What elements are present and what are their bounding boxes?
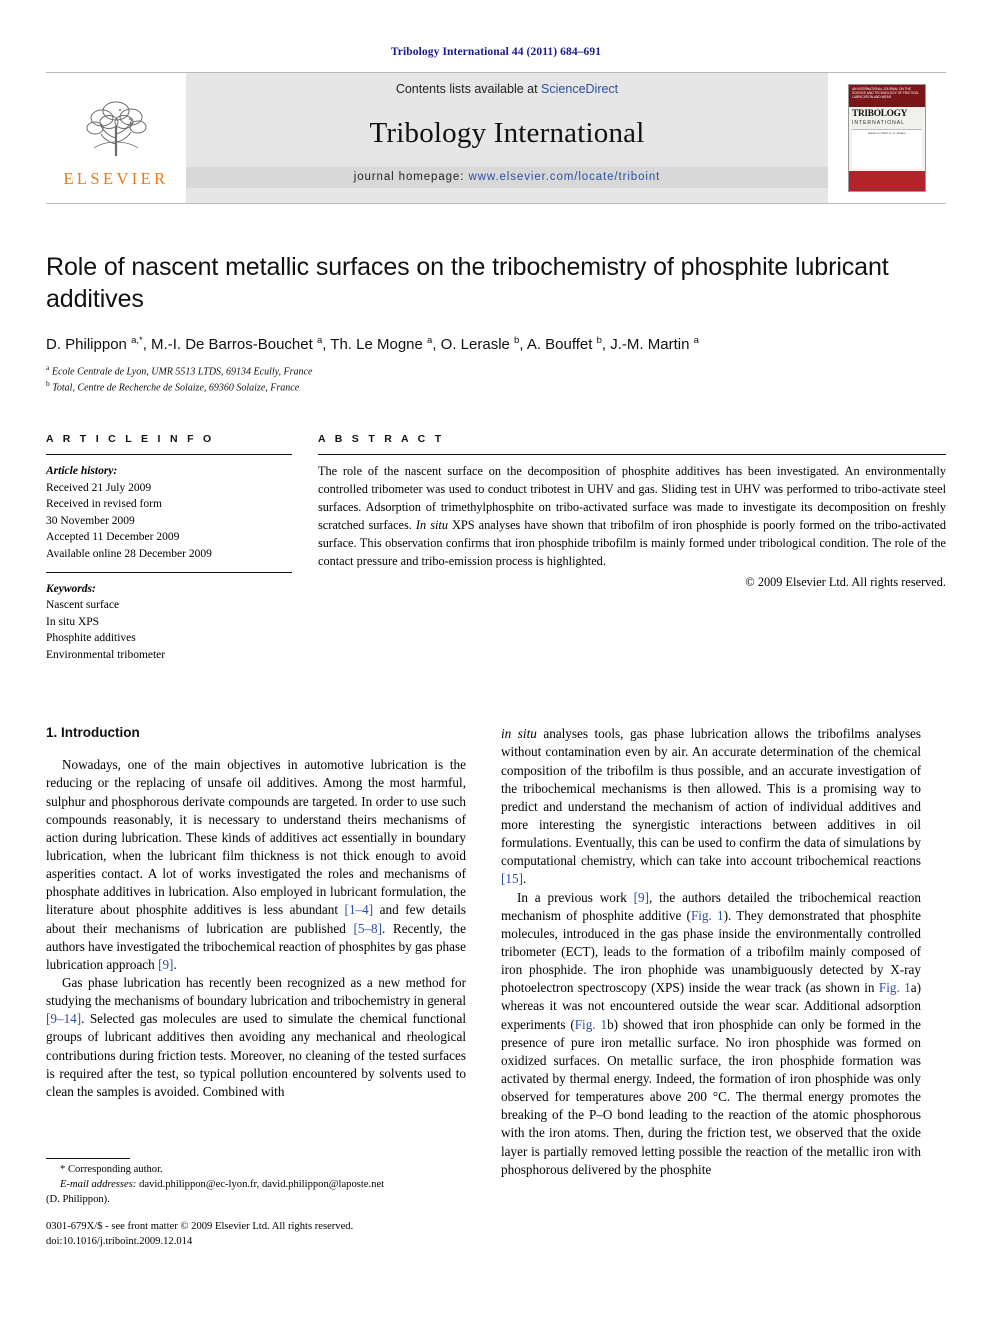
cover-subtitle: INTERNATIONAL <box>852 120 905 127</box>
journal-cover-thumbnail: AN INTERNATIONAL JOURNAL ON THE SCIENCE … <box>828 73 946 203</box>
paragraph: Nowadays, one of the main objectives in … <box>46 757 467 972</box>
contents-available-line: Contents lists available at ScienceDirec… <box>396 82 618 96</box>
divider <box>46 571 292 573</box>
affiliation-a-text: Ecole Centrale de Lyon, UMR 5513 LTDS, 6… <box>51 366 313 378</box>
affiliation-a: a Ecole Centrale de Lyon, UMR 5513 LTDS,… <box>46 363 313 378</box>
article-history: Article history: Received 21 July 2009 R… <box>46 463 292 562</box>
body-column-left: 1. Introduction Nowadays, one of the mai… <box>46 725 466 1195</box>
author-list: D. Philippon a,*, M.-I. De Barros-Bouche… <box>46 335 699 353</box>
history-line: 30 November 2009 <box>46 514 135 527</box>
footnote-divider <box>46 1158 130 1159</box>
journal-title: Tribology International <box>369 117 645 149</box>
publisher-logo: ELSEVIER <box>46 73 186 203</box>
keyword-item: Phosphite additives <box>46 632 136 645</box>
bottom-matter: 0301-679X/$ - see front matter © 2009 El… <box>46 1219 353 1249</box>
divider <box>46 454 292 456</box>
keyword-item: Nascent surface <box>46 599 120 612</box>
article-page: Tribology International 44 (2011) 684–69… <box>0 0 992 1323</box>
cover-title: TRIBOLOGY <box>852 109 908 119</box>
paragraph: Gas phase lubrication has recently been … <box>46 974 466 1099</box>
page-title: Role of nascent metallic surfaces on the… <box>46 253 889 313</box>
article-history-label: Article history: <box>46 465 118 478</box>
history-line: Accepted 11 December 2009 <box>46 531 180 544</box>
body-column-right: in situ analyses tools, gas phase lubric… <box>501 725 921 1195</box>
title-block: Role of nascent metallic surfaces on the… <box>46 252 946 395</box>
abstract-text: The role of the nascent surface on the d… <box>318 464 946 569</box>
keyword-item: In situ XPS <box>46 615 100 628</box>
corresponding-marker: * <box>60 1164 66 1175</box>
corresponding-author-text: Corresponding author. <box>67 1164 163 1175</box>
cover-editor-text: Editor-in-Chief: H. A. Spikes <box>852 129 922 169</box>
cover-banner-text: AN INTERNATIONAL JOURNAL ON THE SCIENCE … <box>849 85 925 107</box>
email-line: E-mail addresses: david.philippon@ec-lyo… <box>46 1178 466 1193</box>
cover-footer-band <box>849 171 925 191</box>
section-heading-introduction: 1. Introduction <box>46 725 140 741</box>
abstract-heading: A B S T R A C T <box>318 433 445 446</box>
homepage-prefix: journal homepage: <box>353 171 469 183</box>
history-line: Received 21 July 2009 <box>46 481 152 494</box>
info-abstract-section: A R T I C L E I N F O Article history: R… <box>46 433 946 663</box>
doi-line[interactable]: doi:10.1016/j.triboint.2009.12.014 <box>46 1234 353 1249</box>
elsevier-wordmark: ELSEVIER <box>63 168 169 188</box>
keywords-block: Keywords: Nascent surface In situ XPS Ph… <box>46 581 292 664</box>
email-attribution: (D. Philippon). <box>46 1193 110 1205</box>
paragraph: in situ analyses tools, gas phase lubric… <box>501 726 921 887</box>
keyword-item: Environmental tribometer <box>46 648 166 661</box>
masthead-center: Contents lists available at ScienceDirec… <box>186 73 828 203</box>
sciencedirect-link[interactable]: ScienceDirect <box>541 82 618 96</box>
divider <box>318 454 946 456</box>
abstract-copyright: © 2009 Elsevier Ltd. All rights reserved… <box>745 574 946 589</box>
article-info-column: A R T I C L E I N F O Article history: R… <box>46 433 292 663</box>
history-line: Available online 28 December 2009 <box>46 547 212 560</box>
abstract-column: A B S T R A C T The role of the nascent … <box>318 433 946 663</box>
affiliation-b: b Total, Centre de Recherche de Solaize,… <box>46 379 300 394</box>
corresponding-author-line: * Corresponding author. <box>46 1163 466 1178</box>
issn-copyright-line: 0301-679X/$ - see front matter © 2009 El… <box>46 1221 354 1232</box>
journal-homepage-bar: journal homepage: www.elsevier.com/locat… <box>186 167 828 188</box>
affiliations: a Ecole Centrale de Lyon, UMR 5513 LTDS,… <box>46 363 946 395</box>
contents-prefix: Contents lists available at <box>395 82 542 96</box>
affiliation-b-text: Total, Centre de Recherche de Solaize, 6… <box>52 382 300 394</box>
corresponding-author-footnote: * Corresponding author. E-mail addresses… <box>46 1158 466 1207</box>
journal-masthead: ELSEVIER Contents lists available at Sci… <box>46 72 946 204</box>
keywords-label: Keywords: <box>46 582 96 595</box>
history-line: Received in revised form <box>46 498 162 511</box>
paragraph: In a previous work [9], the authors deta… <box>501 889 921 1177</box>
article-info-heading: A R T I C L E I N F O <box>46 433 215 446</box>
homepage-url-link[interactable]: www.elsevier.com/locate/triboint <box>468 171 660 183</box>
elsevier-tree-icon <box>86 101 147 156</box>
running-head: Tribology International 44 (2011) 684–69… <box>390 46 602 58</box>
email-addresses[interactable]: david.philippon@ec-lyon.fr, david.philip… <box>139 1179 384 1190</box>
body-columns: 1. Introduction Nowadays, one of the mai… <box>46 725 946 1195</box>
email-label: E-mail addresses: <box>60 1178 137 1190</box>
